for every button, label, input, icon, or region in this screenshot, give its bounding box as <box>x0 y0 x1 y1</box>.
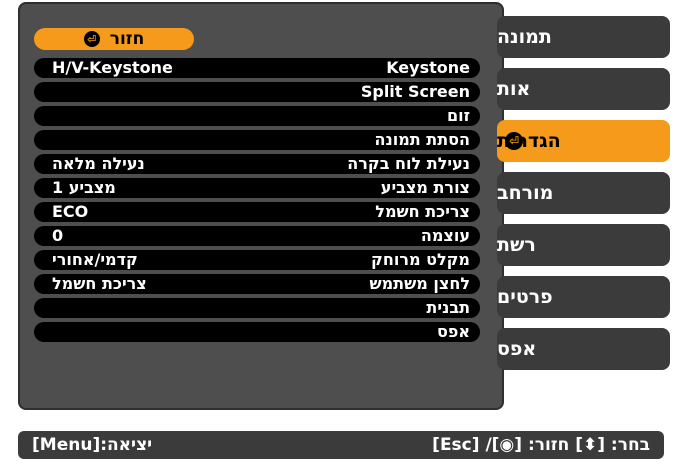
tab-label: אות <box>497 78 531 100</box>
tab-extended[interactable]: מורחב <box>497 172 670 214</box>
setting-label: תבנית <box>426 298 470 317</box>
setting-row-user-button[interactable]: לחצן משתמש צריכת חשמל <box>34 274 480 294</box>
setting-value: מצביע 1 <box>52 178 116 197</box>
setting-label: לחצן משתמש <box>369 274 470 293</box>
setting-row-remote-receiver[interactable]: מקלט מרוחק קדמי/אחורי <box>34 250 480 270</box>
exit-hint: יציאה:[Menu] <box>32 435 153 455</box>
setting-value: 0 <box>52 226 64 245</box>
setting-row-pointer-shape[interactable]: צורת מצביע מצביע 1 <box>34 178 480 198</box>
setting-row-keystone[interactable]: Keystone H/V-Keystone <box>34 58 480 78</box>
tab-image[interactable]: תמונה <box>497 16 670 58</box>
setting-row-image-shift[interactable]: הסתת תמונה <box>34 130 480 150</box>
enter-icon: ⏎ <box>505 132 523 150</box>
tab-reset[interactable]: אפס <box>497 328 670 370</box>
setting-row-pattern[interactable]: תבנית <box>34 298 480 318</box>
enter-icon: ⏎ <box>83 31 100 47</box>
setting-label: Keystone <box>386 58 470 77</box>
setting-row-control-panel-lock[interactable]: נעילת לוח בקרה נעילה מלאה <box>34 154 480 174</box>
tab-label: תמונה <box>497 26 552 48</box>
setting-value: צריכת חשמל <box>52 274 147 293</box>
setting-value: קדמי/אחורי <box>52 250 138 269</box>
setting-value: נעילה מלאה <box>52 154 145 173</box>
setting-label: צורת מצביע <box>380 178 470 197</box>
setting-row-power-consumption[interactable]: צריכת חשמל ECO <box>34 202 480 222</box>
navigation-hint: בחר: [⬍] חזור: [◉]/ [Esc] <box>432 435 650 455</box>
tab-network[interactable]: רשת <box>497 224 670 266</box>
back-button[interactable]: ⏎ חזור <box>34 28 194 50</box>
setting-label: נעילת לוח בקרה <box>347 154 470 173</box>
tab-label: אפס <box>497 338 537 360</box>
setting-value: H/V-Keystone <box>52 58 173 77</box>
setting-label: זום <box>446 106 470 125</box>
tab-signal[interactable]: אות <box>497 68 670 110</box>
status-bar: יציאה:[Menu] בחר: [⬍] חזור: [◉]/ [Esc] <box>18 431 664 459</box>
setting-label: עוצמה <box>420 226 470 245</box>
tab-label: פרטים <box>497 286 553 308</box>
setting-value: ECO <box>52 202 89 221</box>
setting-row-reset[interactable]: אפס <box>34 322 480 342</box>
tab-info[interactable]: פרטים <box>497 276 670 318</box>
setting-label: אפס <box>436 322 470 341</box>
tab-label: מורחב <box>497 182 554 204</box>
setting-label: צריכת חשמל <box>375 202 470 221</box>
setting-row-split-screen[interactable]: Split Screen <box>34 82 480 102</box>
setting-label: הסתת תמונה <box>374 130 470 149</box>
settings-list: Keystone H/V-Keystone Split Screen זום ה… <box>34 58 480 346</box>
settings-panel: ⏎ חזור Keystone H/V-Keystone Split Scree… <box>18 2 504 410</box>
setting-label: Split Screen <box>360 82 470 101</box>
setting-row-volume[interactable]: עוצמה 0 <box>34 226 480 246</box>
setting-label: מקלט מרוחק <box>371 250 470 269</box>
tab-settings[interactable]: ⏎ הגדרות <box>497 120 670 162</box>
tab-label: רשת <box>497 234 536 256</box>
setting-row-zoom[interactable]: זום <box>34 106 480 126</box>
back-button-label: חזור <box>109 29 145 49</box>
